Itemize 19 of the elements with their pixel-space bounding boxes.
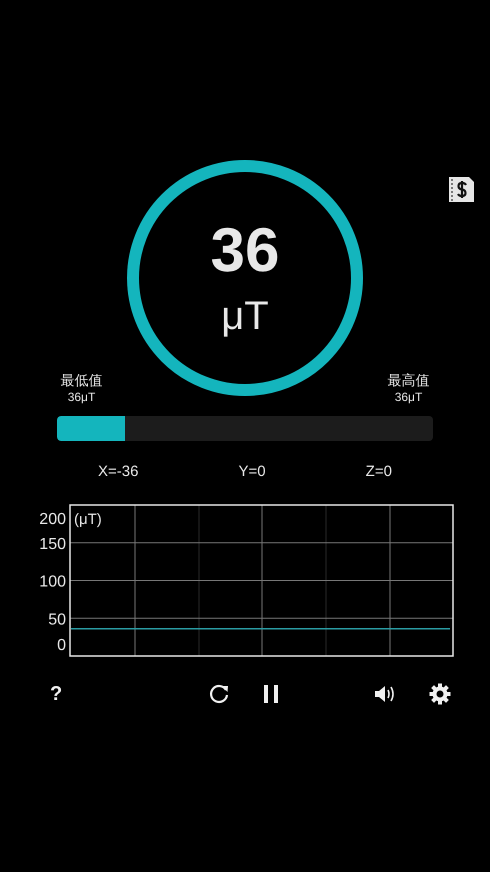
min-value: 36μT — [68, 389, 96, 406]
help-button[interactable]: ? — [50, 684, 62, 704]
max-value: 36μT — [394, 389, 422, 406]
refresh-icon[interactable] — [208, 682, 230, 704]
y-tick-label: 150 — [39, 535, 66, 552]
max-label: 最高值 — [388, 371, 430, 390]
price-tag-icon[interactable] — [448, 176, 475, 203]
reading-unit: μT — [221, 296, 269, 336]
reading-value: 36 — [210, 220, 280, 282]
pause-icon[interactable] — [263, 684, 280, 702]
axis-reading: Z=0 — [366, 462, 392, 482]
y-tick-label: 50 — [48, 610, 66, 628]
min-label: 最低值 — [60, 371, 102, 390]
y-axis-label: (μT) — [74, 510, 102, 528]
axis-reading: Y=0 — [238, 462, 266, 482]
y-tick-label: 100 — [39, 573, 66, 590]
y-tick-label: 200 — [39, 510, 66, 528]
y-tick-label: 0 — [57, 636, 66, 654]
axis-reading: X=-36 — [98, 462, 138, 482]
